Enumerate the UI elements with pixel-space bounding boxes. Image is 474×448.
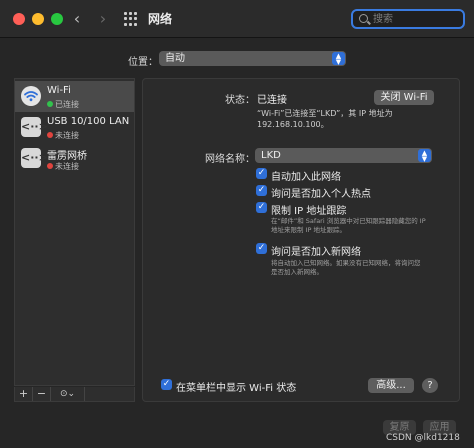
search-icon	[359, 14, 368, 23]
network-name-label: 网络名称：	[205, 154, 255, 165]
detail-panel: 状态： 已连接 关闭 Wi-Fi “Wi-Fi”已连接至“LKD”，其 IP 地…	[142, 78, 460, 402]
network-name-value: LKD	[261, 150, 281, 161]
add-service-button[interactable]: +	[15, 387, 33, 401]
show-all-grid-icon[interactable]	[124, 12, 138, 26]
service-name: 雷雳网桥	[47, 151, 87, 162]
limit-ip-tracking-label: 限制 IP 地址跟踪	[271, 206, 347, 217]
network-preferences-window: ‹ › 网络 位置： 自动 ▲▼ Wi-Fi 已连接	[0, 0, 474, 448]
zoom-window-button[interactable]	[51, 13, 63, 25]
popup-arrows-icon: ▲ ▼	[418, 149, 431, 163]
forward-arrow-icon[interactable]: ›	[94, 9, 112, 29]
status-description-line1: “Wi-Fi”已连接至“LKD”，其 IP 地址为	[257, 109, 393, 118]
status-label: 状态：	[225, 95, 255, 106]
search-field[interactable]	[351, 9, 465, 29]
close-window-button[interactable]	[13, 13, 25, 25]
status-dot-disconnected	[47, 163, 53, 169]
status-dot-disconnected	[47, 132, 53, 138]
bridge-icon: <··>	[21, 148, 48, 168]
ask-join-new-networks-label: 询问是否加入新网络	[271, 247, 361, 258]
window-title: 网络	[148, 12, 173, 26]
location-value: 自动	[165, 53, 185, 64]
service-name: USB 10/100 LAN	[47, 116, 130, 127]
ethernet-icon: <··>	[21, 117, 48, 137]
new-networks-description-line2: 是否加入新网络。	[271, 268, 323, 276]
back-arrow-icon[interactable]: ‹	[68, 9, 86, 29]
service-item-wifi[interactable]: Wi-Fi 已连接	[15, 81, 134, 112]
ask-hotspot-checkbox[interactable]: ✓	[256, 185, 267, 196]
service-item-thunderbolt-bridge[interactable]: <··> 雷雳网桥 未连接	[15, 143, 134, 174]
location-label: 位置：	[128, 57, 158, 68]
service-status: 未连接	[55, 131, 79, 140]
help-button[interactable]: ?	[422, 378, 438, 393]
auto-join-label: 自动加入此网络	[271, 172, 341, 183]
wifi-icon	[21, 86, 41, 106]
show-wifi-in-menubar-label: 在菜单栏中显示 Wi-Fi 状态	[176, 383, 297, 394]
network-name-popup[interactable]: LKD ▲ ▼	[255, 148, 432, 163]
new-networks-description-line1: 将自动加入已知网络。如果没有已知网络，将询问您	[271, 259, 421, 267]
service-list: Wi-Fi 已连接 <··> USB 10/100 LAN 未连接 <··> 雷…	[14, 78, 135, 386]
service-actions-menu-button[interactable]: ⊙⌄	[51, 387, 85, 401]
search-input[interactable]	[373, 12, 461, 27]
ask-hotspot-label: 询问是否加入个人热点	[271, 189, 371, 200]
auto-join-checkbox[interactable]: ✓	[256, 168, 267, 179]
service-name: Wi-Fi	[47, 85, 71, 96]
status-description-line2: 192.168.10.100。	[257, 120, 329, 129]
remove-service-button[interactable]: −	[33, 387, 51, 401]
service-item-usb-lan[interactable]: <··> USB 10/100 LAN 未连接	[15, 112, 134, 143]
turn-off-wifi-button[interactable]: 关闭 Wi-Fi	[374, 90, 434, 105]
status-value: 已连接	[257, 95, 287, 106]
service-list-toolbar: + − ⊙⌄	[14, 387, 135, 402]
ip-tracking-description-line1: 在“邮件”和 Safari 浏览器中对已知跟踪器隐藏您的 IP	[271, 217, 426, 225]
minimize-window-button[interactable]	[32, 13, 44, 25]
ip-tracking-description-line2: 地址来限制 IP 地址跟踪。	[271, 226, 346, 234]
limit-ip-tracking-checkbox[interactable]: ✓	[256, 202, 267, 213]
service-status: 已连接	[55, 100, 79, 109]
title-bar: ‹ › 网络	[0, 0, 474, 38]
popup-arrows-icon: ▲ ▼	[332, 52, 345, 66]
service-status: 未连接	[55, 162, 79, 171]
advanced-button[interactable]: 高级...	[368, 378, 414, 393]
status-dot-connected	[47, 101, 53, 107]
watermark-text: CSDN @lkd1218	[386, 433, 460, 443]
ask-join-new-networks-checkbox[interactable]: ✓	[256, 243, 267, 254]
location-popup[interactable]: 自动 ▲ ▼	[159, 51, 346, 66]
show-wifi-in-menubar-checkbox[interactable]: ✓	[161, 379, 172, 390]
